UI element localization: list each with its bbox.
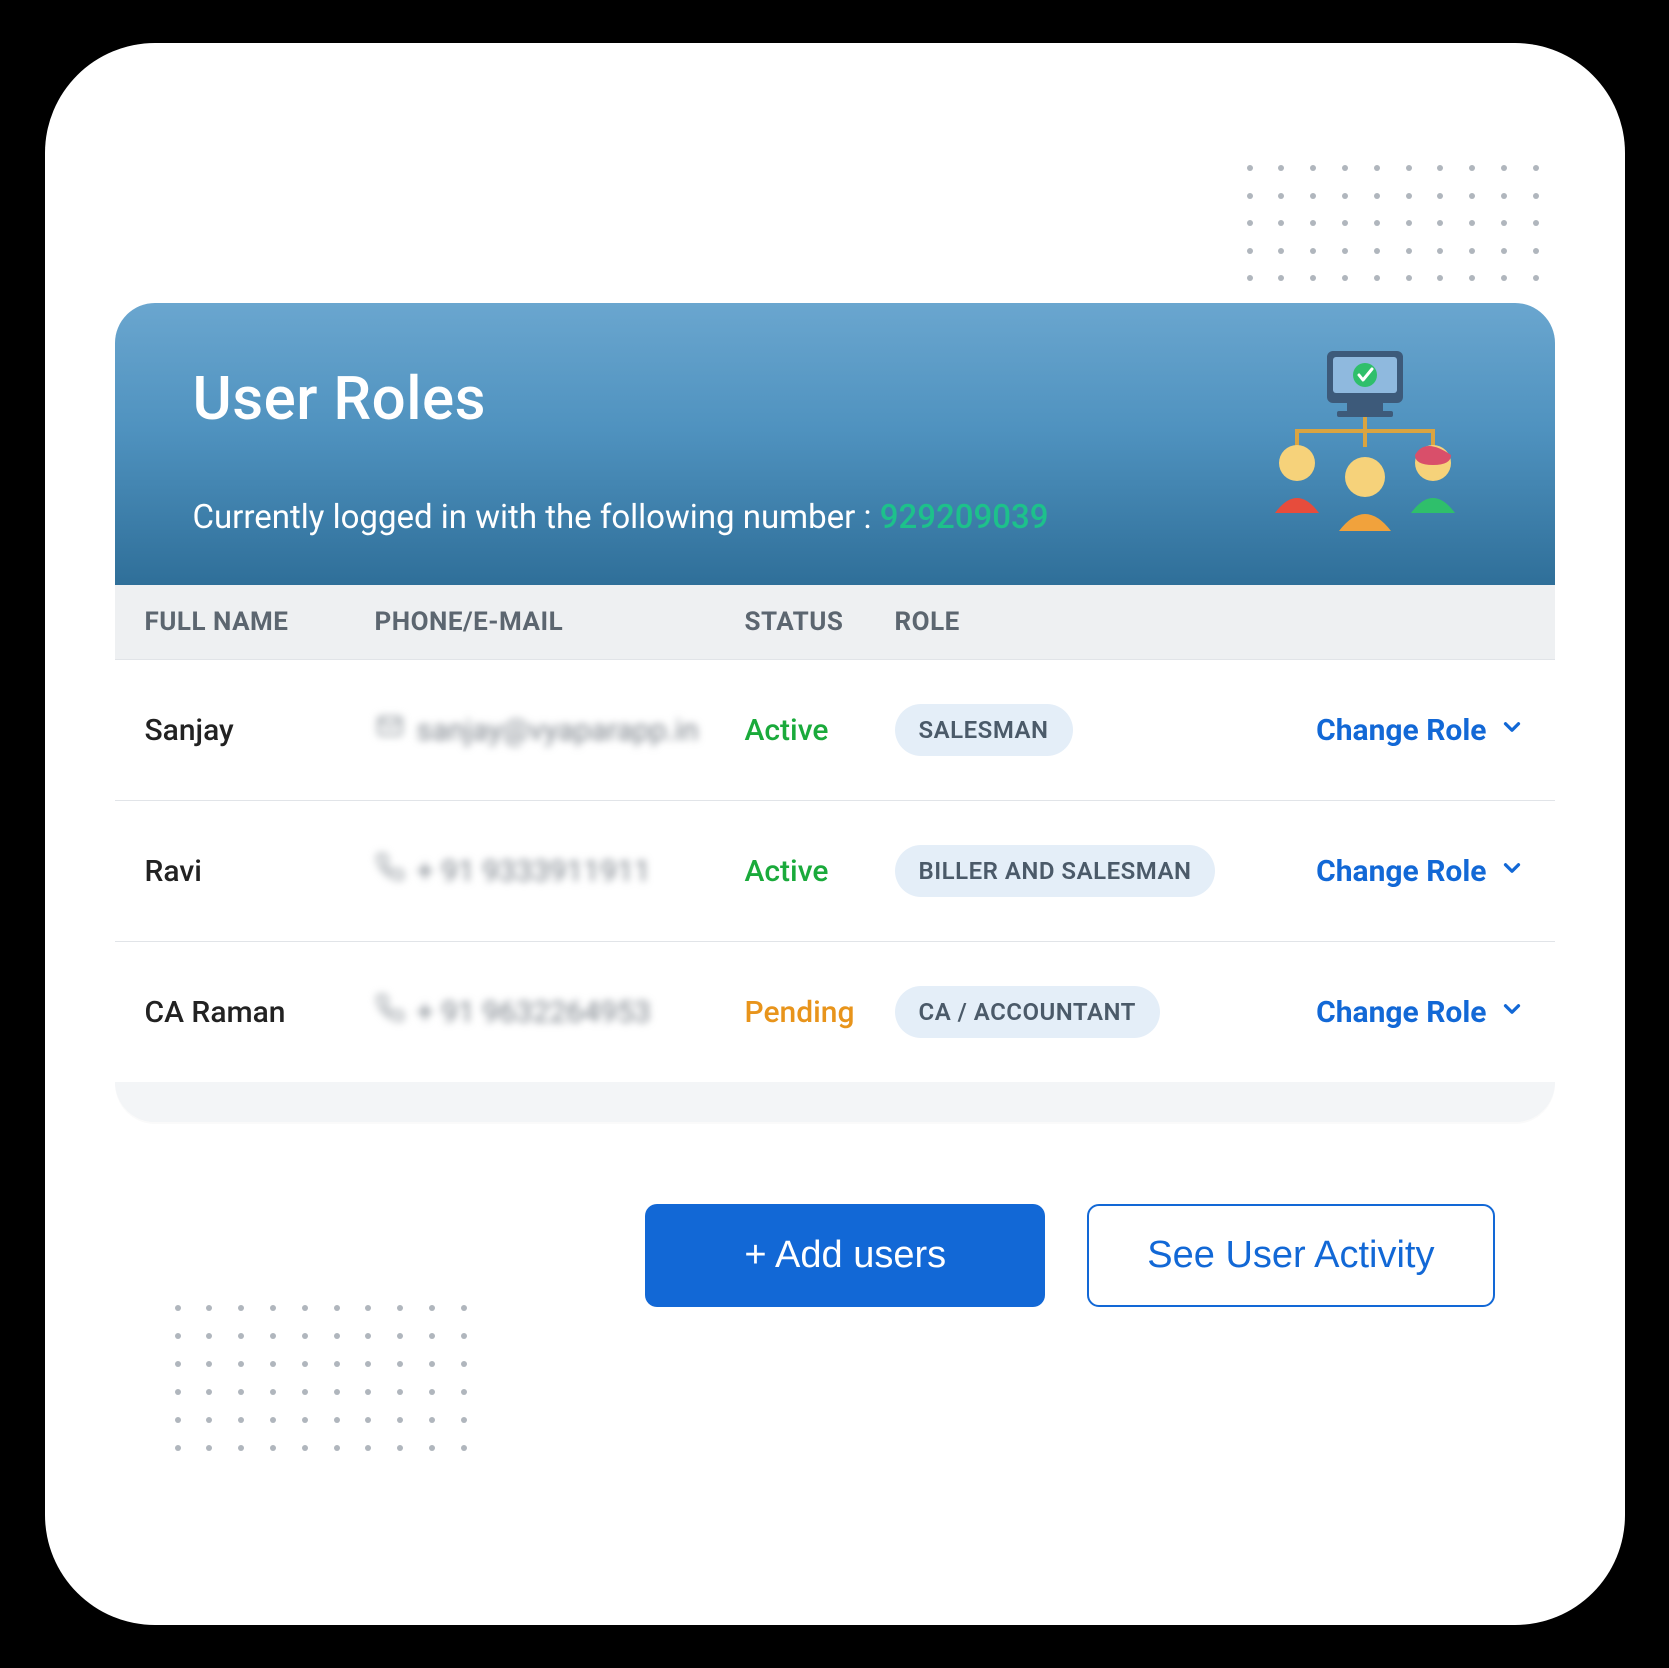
col-status: STATUS: [745, 607, 895, 637]
decorative-dots-bottom: [175, 1305, 475, 1455]
login-info-prefix: Currently logged in with the following n…: [193, 498, 880, 537]
role-badge: SALESMAN: [895, 704, 1073, 756]
table-row: Sanjay sanjay@vyaparapp.in ActiveSALESMAN C…: [115, 660, 1555, 801]
table-row: Ravi + 91 9333911911 ActiveBILLER AND SALE…: [115, 801, 1555, 942]
table-row: CA Raman + 91 9632264953 PendingCA / ACCOU…: [115, 942, 1555, 1082]
col-full-name: FULL NAME: [145, 607, 375, 637]
cell-contact: + 91 9333911911: [375, 852, 745, 890]
cell-role: SALESMAN: [895, 704, 1235, 756]
chevron-down-icon: [1499, 713, 1525, 748]
role-badge: CA / ACCOUNTANT: [895, 986, 1160, 1038]
phone-icon: [375, 993, 405, 1031]
add-users-button[interactable]: + Add users: [645, 1204, 1045, 1307]
cell-contact: sanjay@vyaparapp.in: [375, 711, 745, 749]
cell-status: Active: [745, 713, 895, 748]
decorative-dots-top: [1247, 165, 1547, 285]
user-roles-panel: User Roles Currently logged in with the …: [115, 303, 1555, 1122]
contact-value: + 91 9632264953: [417, 995, 651, 1030]
change-role-label: Change Role: [1316, 854, 1486, 889]
app-card: User Roles Currently logged in with the …: [45, 43, 1625, 1625]
col-role: ROLE: [895, 607, 1525, 637]
cell-role: CA / ACCOUNTANT: [895, 986, 1235, 1038]
panel-header: User Roles Currently logged in with the …: [115, 303, 1555, 585]
cell-role: BILLER AND SALESMAN: [895, 845, 1235, 897]
action-row: + Add users See User Activity: [115, 1204, 1555, 1307]
change-role-label: Change Role: [1316, 713, 1486, 748]
cell-full-name: Sanjay: [145, 713, 375, 748]
contact-value: + 91 9333911911: [417, 854, 651, 889]
phone-icon: [375, 852, 405, 890]
cell-status: Active: [745, 854, 895, 889]
cell-full-name: CA Raman: [145, 995, 375, 1030]
table-header: FULL NAME PHONE/E-MAIL STATUS ROLE: [115, 585, 1555, 660]
see-user-activity-button[interactable]: See User Activity: [1087, 1204, 1494, 1307]
cell-status: Pending: [745, 995, 895, 1030]
table-footer-spacer: [115, 1082, 1555, 1122]
email-icon: [375, 711, 405, 749]
role-badge: BILLER AND SALESMAN: [895, 845, 1216, 897]
chevron-down-icon: [1499, 854, 1525, 889]
table-body: Sanjaysanjay@vyaparapp.inActiveSALESMANC…: [115, 660, 1555, 1082]
change-role-button[interactable]: Change Role: [1316, 854, 1524, 889]
login-number: 929209039: [880, 498, 1049, 537]
cell-contact: + 91 9632264953: [375, 993, 745, 1031]
change-role-label: Change Role: [1316, 995, 1486, 1030]
users-hierarchy-icon: [1255, 343, 1475, 543]
chevron-down-icon: [1499, 995, 1525, 1030]
col-contact: PHONE/E-MAIL: [375, 607, 745, 637]
cell-full-name: Ravi: [145, 854, 375, 889]
change-role-button[interactable]: Change Role: [1316, 995, 1524, 1030]
change-role-button[interactable]: Change Role: [1316, 713, 1524, 748]
contact-value: sanjay@vyaparapp.in: [417, 713, 699, 748]
